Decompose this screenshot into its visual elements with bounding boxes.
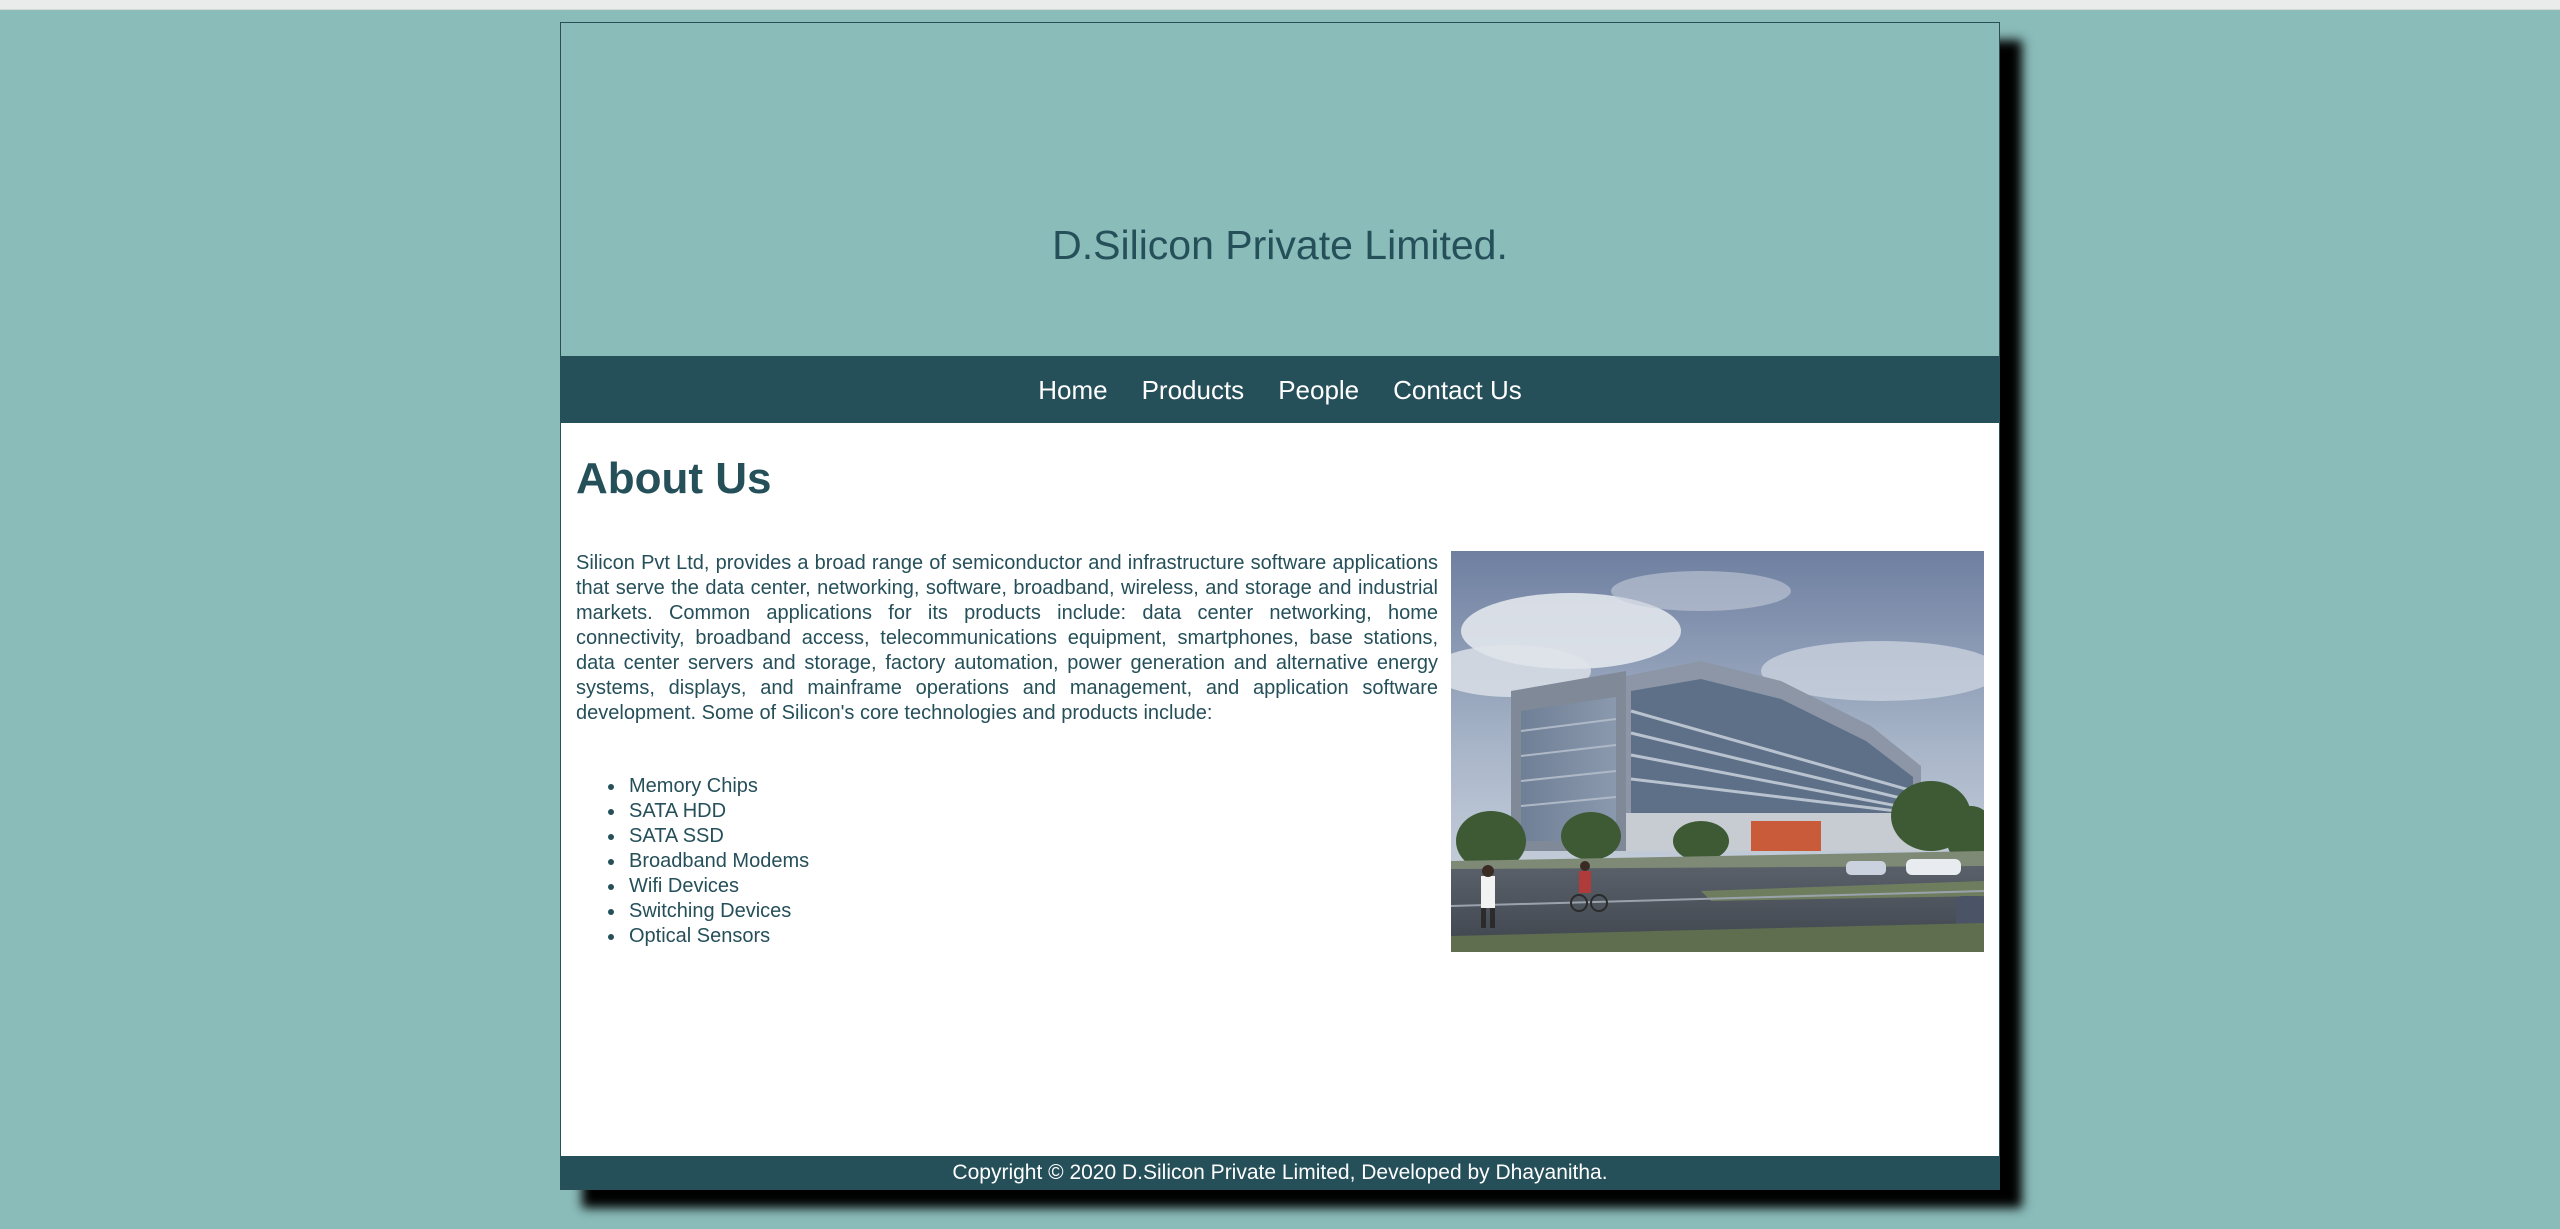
site-title: D.Silicon Private Limited.	[1052, 222, 1508, 268]
site-footer: Copyright © 2020 D.Silicon Private Limit…	[561, 1156, 1999, 1189]
nav-link-home[interactable]: Home	[1038, 373, 1107, 406]
nav-link-people[interactable]: People	[1278, 373, 1359, 406]
page-heading: About Us	[576, 454, 772, 503]
main-content: About Us Silicon Pvt Ltd, provides a bro…	[561, 423, 1999, 1156]
list-item: SATA SSD	[607, 824, 809, 849]
site-header: D.Silicon Private Limited.	[561, 23, 1999, 356]
list-item: Memory Chips	[607, 774, 809, 799]
office-building-image	[1451, 551, 1984, 952]
list-item: Broadband Modems	[607, 850, 810, 872]
about-intro: Silicon Pvt Ltd, provides a broad range …	[576, 552, 1438, 724]
list-item: Wifi Devices	[607, 874, 809, 899]
browser-top-strip	[0, 0, 2560, 10]
nav-link-contact-us[interactable]: Contact Us	[1393, 373, 1522, 406]
list-item: Optical Sensors	[607, 924, 809, 949]
page-container: D.Silicon Private Limited. Home Products…	[560, 22, 2000, 1190]
product-list: Memory Chips SATA HDD SATA SSD Broadband…	[607, 774, 810, 949]
main-nav: Home Products People Contact Us	[561, 356, 1999, 423]
list-item: SATA HDD	[607, 799, 809, 824]
list-item: Switching Devices	[607, 899, 809, 924]
nav-link-products[interactable]: Products	[1142, 373, 1245, 406]
